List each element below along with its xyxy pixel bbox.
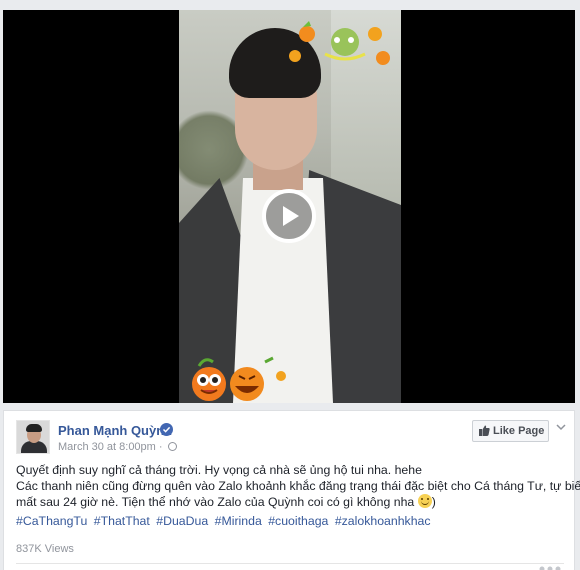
smiley-emoji-icon bbox=[417, 494, 432, 508]
video-player[interactable] bbox=[3, 10, 575, 403]
orange-sticker-top bbox=[289, 21, 390, 65]
verified-badge-icon bbox=[160, 423, 173, 436]
post-text-line-2: Các thanh niên cũng đừng quên vào Zalo k… bbox=[16, 479, 580, 493]
hashtag-link[interactable]: #CaThangTu bbox=[16, 514, 87, 528]
like-page-button[interactable]: Like Page bbox=[472, 420, 549, 442]
post-text-line-3-end: ) bbox=[431, 495, 436, 509]
thumbs-up-icon bbox=[479, 425, 490, 436]
facebook-video-post: Phan Mạnh Quỳnh March 30 at 8:00pm · Lik… bbox=[0, 0, 580, 570]
post-text: Quyết định suy nghĩ cả tháng trời. Hy vọ… bbox=[16, 462, 580, 510]
play-button[interactable] bbox=[262, 189, 316, 243]
globe-icon[interactable] bbox=[167, 442, 177, 451]
post-date-link[interactable]: March 30 at 8:00pm bbox=[58, 441, 156, 453]
hashtag-link[interactable]: #ThatThat bbox=[94, 514, 150, 528]
post-meta: March 30 at 8:00pm · bbox=[58, 441, 177, 453]
hashtag-link[interactable]: #cuoithaga bbox=[268, 514, 328, 528]
reaction-icons bbox=[539, 566, 561, 570]
meta-separator: · bbox=[158, 441, 163, 453]
hashtag-link[interactable]: #Mirinda bbox=[215, 514, 262, 528]
hashtag-link[interactable]: #DuaDua bbox=[156, 514, 208, 528]
page-name-link[interactable]: Phan Mạnh Quỳnh bbox=[58, 423, 172, 438]
post-text-line-3-content: mất sau 24 giờ nè. Tiện thể nhớ vào Zalo… bbox=[16, 495, 415, 509]
post-text-line-1: Quyết định suy nghĩ cả tháng trời. Hy vọ… bbox=[16, 463, 422, 477]
post-text-line-3: mất sau 24 giờ nè. Tiện thể nhớ vào Zalo… bbox=[16, 494, 568, 510]
view-count: 837K Views bbox=[16, 543, 74, 555]
avatar-hair bbox=[26, 424, 42, 432]
chevron-down-icon[interactable] bbox=[554, 420, 568, 434]
hashtag-link[interactable]: #zalokhoanhkhac bbox=[335, 514, 431, 528]
like-page-label: Like Page bbox=[493, 425, 545, 437]
divider bbox=[16, 563, 564, 564]
post-card: Phan Mạnh Quỳnh March 30 at 8:00pm · Lik… bbox=[3, 410, 580, 570]
hashtag-list: #CaThangTu #ThatThat #DuaDua #Mirinda #c… bbox=[16, 514, 434, 528]
orange-sticker-bottom bbox=[192, 356, 286, 401]
play-icon bbox=[283, 206, 299, 226]
avatar[interactable] bbox=[16, 420, 50, 454]
